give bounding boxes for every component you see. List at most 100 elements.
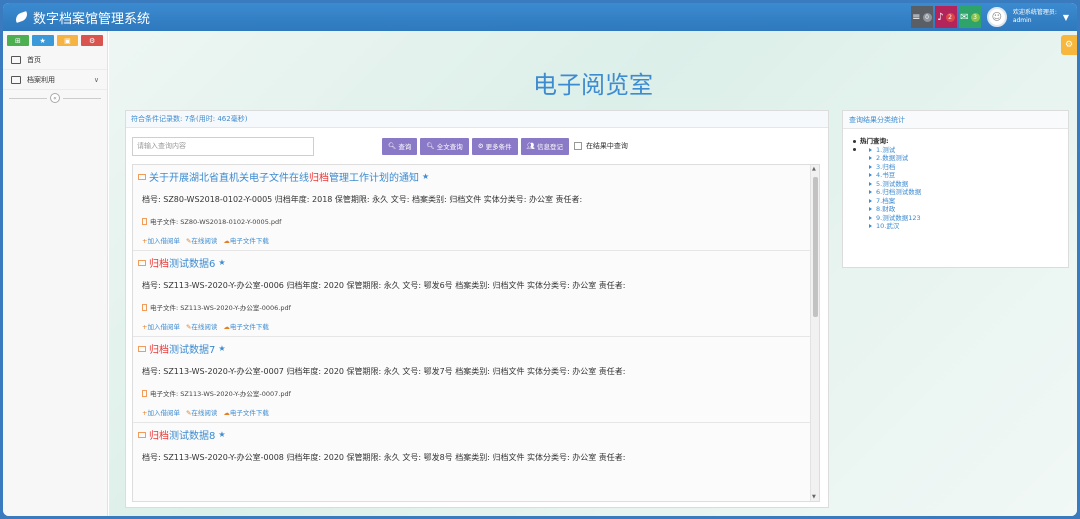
download-file-link[interactable]: ☁电子文件下载 <box>223 235 269 245</box>
item-file-link[interactable]: 电子文件: SZ80-WS2018-0102-Y-0005.pdf <box>142 216 281 226</box>
sidebar-item-home[interactable]: 首页 <box>3 50 107 70</box>
notifications-count-badge: 2 <box>945 12 955 22</box>
item-title-link[interactable]: 归档 测试数据7 ★ <box>138 341 226 356</box>
bell-icon: ♪ <box>937 11 944 23</box>
category-item[interactable]: 3.归档 <box>853 163 1068 172</box>
messages-button[interactable]: ✉ 3 <box>958 6 981 28</box>
item-actions: +加入借阅单 ✎在线阅读 ☁电子文件下载 <box>142 321 269 331</box>
search-input[interactable]: 请输入查询内容 <box>132 136 314 156</box>
search-icon: 🔍︎ <box>388 142 397 150</box>
more-conditions-button[interactable]: ⚙ 更多条件 <box>471 137 518 155</box>
list-item: 关于开展湖北省直机关电子文件在线 归档 管理工作计划的通知 ★ 档号: SZ80-W… <box>133 165 819 251</box>
results-scrollbar[interactable]: ▲ ▼ <box>810 165 819 501</box>
category-item[interactable]: 2.数据测试 <box>853 154 1068 163</box>
add-to-borrow-list-link[interactable]: +加入借阅单 <box>142 321 180 331</box>
settings-gear-button[interactable]: ⚙ <box>1061 35 1077 55</box>
monitor-icon <box>11 55 21 64</box>
file-icon <box>142 303 147 311</box>
scroll-up-icon[interactable]: ▲ <box>812 166 816 172</box>
chevron-down-icon: ∨ <box>93 75 99 84</box>
category-item[interactable]: 7.档案 <box>853 197 1068 206</box>
item-meta: 档号: SZ113-WS-2020-Y-办公室-0006 归档年度: 2020 … <box>142 281 626 290</box>
app-title: 数字档案馆管理系统 <box>33 11 151 27</box>
read-online-link[interactable]: ✎在线阅读 <box>186 407 217 417</box>
category-item[interactable]: 10.武汉 <box>853 222 1068 231</box>
shortcut-star-button[interactable]: ★ <box>31 35 54 46</box>
user-menu[interactable]: ☺ 欢迎系统管理员: admin ▼ <box>983 3 1077 31</box>
add-to-borrow-list-link[interactable]: +加入借阅单 <box>142 235 180 245</box>
search-icon: 🔍︎ <box>426 142 435 150</box>
info-register-button[interactable]: 👥︎ 信息登记 <box>520 137 569 155</box>
search-bar: 请输入查询内容 🔍︎ 查询 🔍︎ 全文查询 ⚙ 更多条件 👥︎ 信息登记 在结果… <box>132 136 822 156</box>
category-item[interactable]: 8.财政 <box>853 205 1068 214</box>
scrollbar-thumb[interactable] <box>813 177 818 317</box>
category-item[interactable]: 5.测试数据 <box>853 180 1068 189</box>
results-list: 关于开展湖北省直机关电子文件在线 归档 管理工作计划的通知 ★ 档号: SZ80-W… <box>132 164 820 502</box>
item-file-link[interactable]: 电子文件: SZ113-WS-2020-Y-办公室-0006.pdf <box>142 302 291 312</box>
top-navbar: 数字档案馆管理系统 ≡ 0 ♪ 2 ✉ 3 ☺ 欢迎系统管理员: admin ▼ <box>3 3 1077 31</box>
favorite-star-icon[interactable]: ★ <box>218 430 225 439</box>
top-right-tools: ≡ 0 ♪ 2 ✉ 3 ☺ 欢迎系统管理员: admin ▼ <box>910 3 1077 31</box>
brand[interactable]: 数字档案馆管理系统 <box>3 3 150 31</box>
main-content: ⚙ 电子阅览室 符合条件记录数: 7条(用时: 462毫秒) 请输入查询内容 🔍… <box>109 31 1077 516</box>
category-item[interactable]: 4.书豆 <box>853 171 1068 180</box>
list-icon: ≡ <box>912 11 921 23</box>
messages-count-badge: 3 <box>970 12 980 22</box>
item-meta: 档号: SZ113-WS-2020-Y-办公室-0008 归档年度: 2020 … <box>142 453 626 462</box>
item-file-link[interactable]: 电子文件: SZ113-WS-2020-Y-办公室-0007.pdf <box>142 388 291 398</box>
favorite-star-icon[interactable]: ★ <box>218 258 225 267</box>
item-actions: +加入借阅单 ✎在线阅读 ☁电子文件下载 <box>142 235 269 245</box>
sidebar: ⊞ ★ ▣ ⚙ 首页 档案利用 ∨ « <box>3 31 108 516</box>
item-meta: 档号: SZ113-WS-2020-Y-办公室-0007 归档年度: 2020 … <box>142 367 626 376</box>
category-stats-panel: 查询结果分类统计 热门查询: 1.测试 2.数据测试 3.归档 4.书豆 5.测… <box>842 110 1069 268</box>
search-button[interactable]: 🔍︎ 查询 <box>382 137 418 155</box>
scroll-down-icon[interactable]: ▼ <box>812 494 816 500</box>
file-icon <box>142 217 147 225</box>
sidebar-item-label: 首页 <box>27 55 41 64</box>
favorite-star-icon[interactable]: ★ <box>422 172 429 181</box>
category-item[interactable]: 9.测试数据123 <box>853 214 1068 223</box>
item-title-link[interactable]: 归档 测试数据8 ★ <box>138 427 226 442</box>
sidebar-shortcuts: ⊞ ★ ▣ ⚙ <box>3 31 107 50</box>
envelope-icon <box>138 173 146 180</box>
category-item[interactable]: 1.测试 <box>853 146 1068 155</box>
sidebar-item-label: 档案利用 <box>27 75 55 84</box>
fulltext-search-button[interactable]: 🔍︎ 全文查询 <box>420 137 469 155</box>
shortcut-cart-button[interactable]: ⊞ <box>7 35 29 46</box>
tasks-button[interactable]: ≡ 0 <box>910 6 933 28</box>
gears-icon: ⚙ <box>88 36 96 45</box>
shortcut-bag-button[interactable]: ▣ <box>56 35 79 46</box>
item-title-link[interactable]: 关于开展湖北省直机关电子文件在线 归档 管理工作计划的通知 ★ <box>138 169 429 184</box>
read-online-link[interactable]: ✎在线阅读 <box>186 321 217 331</box>
caret-right-icon <box>869 156 872 160</box>
bag-icon: ▣ <box>64 36 71 45</box>
caret-right-icon <box>869 198 872 203</box>
sidebar-collapse: « <box>9 93 101 103</box>
sidebar-item-archive-use[interactable]: 档案利用 ∨ <box>3 70 107 90</box>
edit-icon <box>11 75 21 84</box>
envelope-icon: ✉ <box>960 11 969 23</box>
read-online-link[interactable]: ✎在线阅读 <box>186 235 217 245</box>
caret-right-icon <box>869 181 872 186</box>
download-file-link[interactable]: ☁电子文件下载 <box>223 321 269 331</box>
add-to-borrow-list-link[interactable]: +加入借阅单 <box>142 407 180 417</box>
notifications-button[interactable]: ♪ 2 <box>934 6 957 28</box>
avatar: ☺ <box>986 7 1007 27</box>
list-item: 归档 测试数据8 ★ 档号: SZ113-WS-2020-Y-办公室-0008 归… <box>133 423 819 501</box>
user-info: 欢迎系统管理员: admin <box>1013 9 1057 25</box>
envelope-icon <box>138 345 146 352</box>
category-item[interactable]: 6.归档测试数据 <box>853 188 1068 197</box>
favorite-star-icon[interactable]: ★ <box>218 344 225 353</box>
collapse-sidebar-button[interactable]: « <box>50 93 60 103</box>
user-greeting: 欢迎系统管理员: <box>1012 9 1057 16</box>
download-file-link[interactable]: ☁电子文件下载 <box>223 407 269 417</box>
caret-right-icon <box>869 215 872 220</box>
caret-right-icon <box>869 207 872 211</box>
shortcut-gears-button[interactable]: ⚙ <box>81 35 103 46</box>
caret-right-icon <box>869 190 872 194</box>
item-title-link[interactable]: 归档 测试数据6 ★ <box>138 255 226 270</box>
panel-title: 查询结果分类统计 <box>843 111 1068 129</box>
search-in-results-checkbox[interactable] <box>573 142 582 150</box>
star-icon: ★ <box>39 36 46 45</box>
caret-right-icon <box>869 173 872 177</box>
